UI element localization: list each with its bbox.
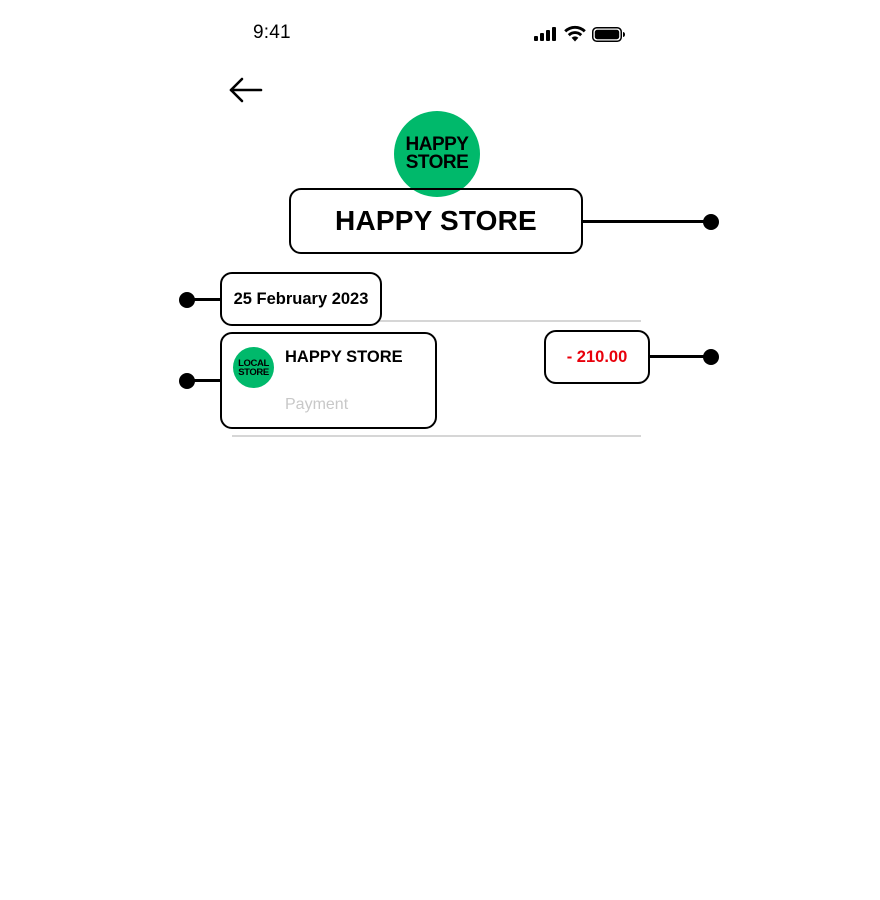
- date-connector-dot: [179, 292, 195, 308]
- title-connector-line: [582, 220, 712, 223]
- store-title: HAPPY STORE: [335, 205, 537, 236]
- transaction-date: 25 February 2023: [233, 289, 369, 308]
- amount-box: - 210.00: [544, 330, 650, 384]
- merchant-logo-text-line2: STORE: [238, 366, 269, 378]
- back-arrow-icon[interactable]: [226, 74, 266, 106]
- merchant-logo: LOCAL STORE: [233, 347, 274, 388]
- title-connector-dot: [703, 214, 719, 230]
- transaction-type: Payment: [285, 396, 349, 413]
- date-box: 25 February 2023: [220, 272, 382, 326]
- status-icons: [534, 24, 626, 44]
- store-logo-text-line2: STORE: [405, 152, 469, 173]
- battery-icon: [592, 27, 625, 42]
- store-title-box: HAPPY STORE: [289, 188, 583, 254]
- amount-connector-dot: [703, 349, 719, 365]
- store-logo: HAPPY STORE: [394, 111, 480, 197]
- merchant-name: HAPPY STORE: [285, 348, 403, 366]
- transaction-row[interactable]: LOCAL STORE HAPPY STORE Payment: [220, 332, 437, 429]
- wifi-icon: [564, 25, 586, 42]
- transaction-amount: - 210.00: [566, 347, 628, 366]
- cellular-signal-icon: [534, 27, 558, 41]
- row-divider: [232, 435, 641, 437]
- status-time: 9:41: [253, 22, 291, 43]
- merchant-connector-dot: [179, 373, 195, 389]
